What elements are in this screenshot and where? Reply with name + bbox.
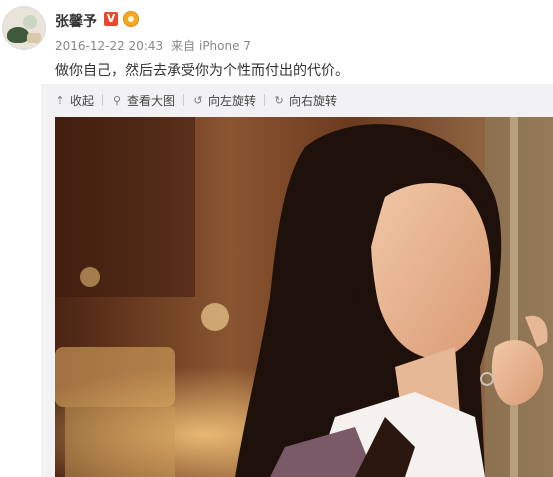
verified-icon: V (104, 12, 118, 26)
vip-crown-icon[interactable] (123, 11, 139, 27)
post-photo[interactable] (55, 117, 553, 477)
rotate-right-icon: ↻ (274, 93, 284, 107)
media-toolbar: ⇡ 收起 ⚲ 查看大图 ↺ 向左旋转 ↻ 向右旋转 (54, 91, 337, 109)
post-source[interactable]: iPhone 7 (199, 39, 251, 53)
media-panel: ⇡ 收起 ⚲ 查看大图 ↺ 向左旋转 ↻ 向右旋转 (41, 84, 553, 477)
rotate-right-label: 向右旋转 (289, 93, 338, 108)
view-large-label: 查看大图 (127, 93, 176, 108)
user-name[interactable]: 张馨予 (55, 11, 97, 31)
rotate-left-label: 向左旋转 (208, 93, 257, 108)
post-meta: 2016-12-22 20:43 来自 iPhone 7 (55, 37, 255, 54)
toolbar-divider (264, 94, 266, 106)
view-large-button[interactable]: ⚲ 查看大图 (111, 92, 175, 109)
avatar[interactable] (2, 6, 46, 50)
collapse-label: 收起 (70, 93, 95, 108)
collapse-button[interactable]: ⇡ 收起 (54, 92, 94, 109)
magnifier-icon: ⚲ (112, 93, 122, 107)
post-text: 做你自己，然后去承受你为个性而付出的代价。 (55, 63, 349, 79)
rotate-left-icon: ↺ (193, 93, 203, 107)
post-source-prefix: 来自 (170, 39, 195, 53)
toolbar-divider (183, 94, 185, 106)
post-timestamp[interactable]: 2016-12-22 20:43 (55, 39, 163, 53)
toolbar-divider (102, 94, 104, 106)
arrow-up-icon: ⇡ (55, 93, 65, 107)
weibo-post: 张馨予 V 2016-12-22 20:43 来自 iPhone 7 做你自己，然… (0, 0, 553, 477)
rotate-right-button[interactable]: ↻ 向右旋转 (273, 92, 337, 109)
rotate-left-button[interactable]: ↺ 向左旋转 (192, 92, 256, 109)
